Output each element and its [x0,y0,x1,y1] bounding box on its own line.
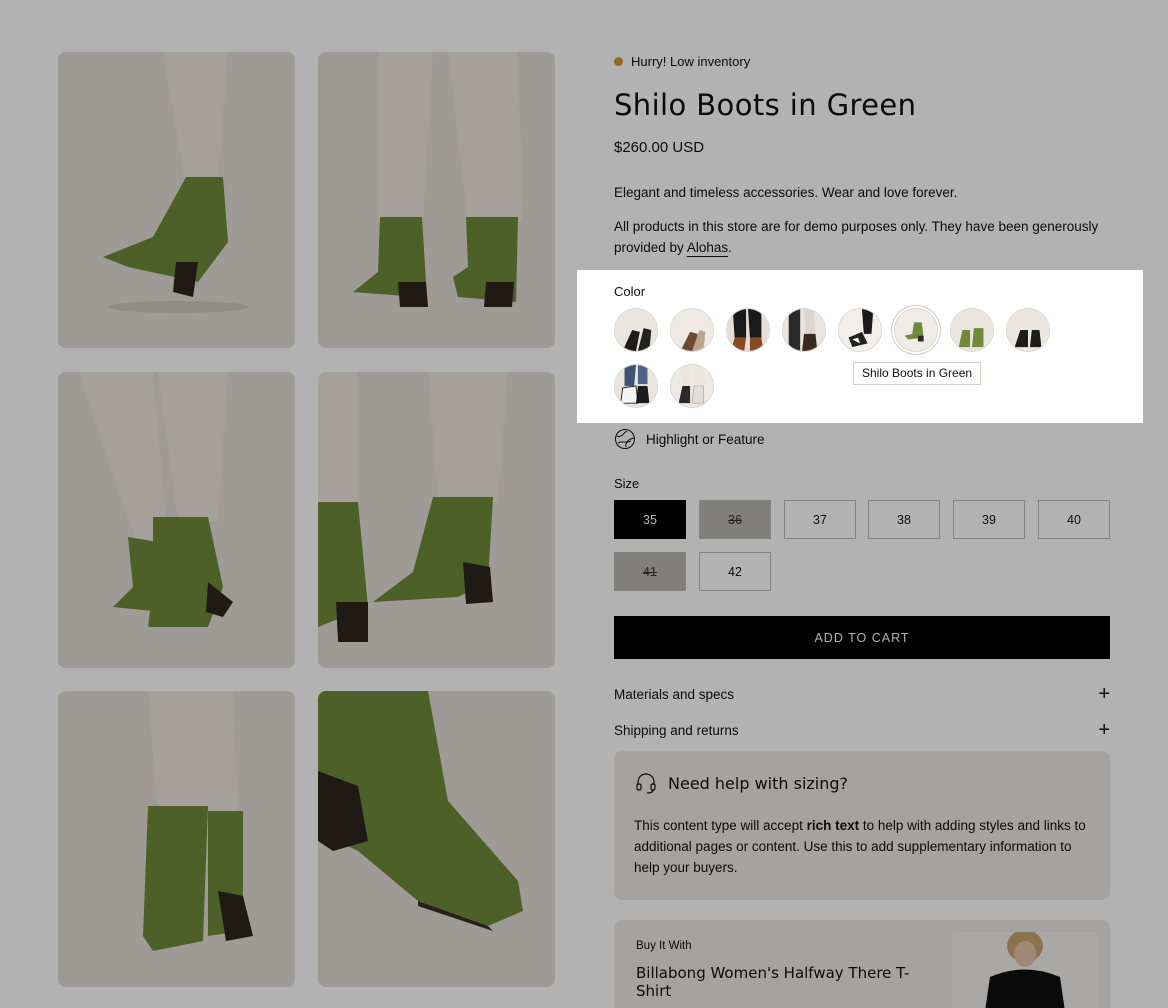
inventory-text: Hurry! Low inventory [631,53,751,69]
highlight-feature: Highlight or Feature [614,428,765,450]
accordion-label: Materials and specs [614,686,735,702]
size-option-35[interactable]: 35 [614,500,686,539]
buy-it-with-label: Buy It With [636,940,692,952]
product-image-6[interactable] [318,691,555,987]
size-option-40[interactable]: 40 [1038,500,1110,539]
add-to-cart-button[interactable]: ADD TO CART [614,616,1110,659]
accordion-label: Shipping and returns [614,722,739,738]
product-image-4[interactable] [318,372,555,668]
plus-icon: + [1098,683,1110,705]
product-price: $260.00 USD [614,139,705,156]
product-image-2[interactable] [318,52,555,348]
color-tooltip: Shilo Boots in Green [853,362,982,385]
color-swatch-9[interactable] [614,364,658,408]
color-swatch-6-selected[interactable] [894,308,938,352]
color-label: Color [614,284,646,299]
product-image-1[interactable] [58,52,295,348]
color-swatch-10[interactable] [670,364,714,408]
color-swatch-3[interactable] [726,308,770,352]
product-description: Elegant and timeless accessories. Wear a… [614,185,958,200]
buy-it-with-card[interactable]: Buy It With Billabong Women's Halfway Th… [614,920,1110,1008]
alohas-link[interactable]: Alohas [687,240,728,255]
buy-it-with-product-name[interactable]: Billabong Women's Halfway There T-Shirt [636,964,936,1000]
product-info: Hurry! Low inventory Shilo Boots in Gree… [614,52,1110,1008]
product-image-3[interactable] [58,372,295,668]
color-swatch-7[interactable] [950,308,994,352]
size-option-39[interactable]: 39 [953,500,1025,539]
color-swatch-8[interactable] [1006,308,1050,352]
color-swatch-1[interactable] [614,308,658,352]
color-selector: Color Shilo Boots in Green [577,270,1143,423]
accordion-materials[interactable]: Materials and specs + [614,684,1110,704]
size-label: Size [614,476,640,491]
plus-icon: + [1098,719,1110,741]
sizing-help-card: Need help with sizing? This content type… [614,751,1110,900]
accordion-shipping[interactable]: Shipping and returns + [614,720,1110,740]
size-option-37[interactable]: 37 [784,500,856,539]
product-title: Shilo Boots in Green [614,88,917,122]
globe-icon [615,429,635,449]
size-option-38[interactable]: 38 [868,500,940,539]
color-swatch-5[interactable] [838,308,882,352]
help-title: Need help with sizing? [668,773,849,793]
inventory-dot-icon [614,56,623,66]
inventory-notice: Hurry! Low inventory [614,52,1110,70]
size-option-41[interactable]: 41 [614,552,686,591]
color-swatch-2[interactable] [670,308,714,352]
color-swatch-4[interactable] [782,308,826,352]
help-body: This content type will accept rich text … [634,818,1086,875]
buy-it-with-image[interactable] [952,932,1098,1008]
size-option-42[interactable]: 42 [699,552,771,591]
headset-icon [636,773,656,794]
feature-label: Highlight or Feature [646,431,765,447]
product-image-5[interactable] [58,691,295,987]
product-disclaimer: All products in this store are for demo … [614,219,1099,255]
size-option-36[interactable]: 36 [699,500,771,539]
